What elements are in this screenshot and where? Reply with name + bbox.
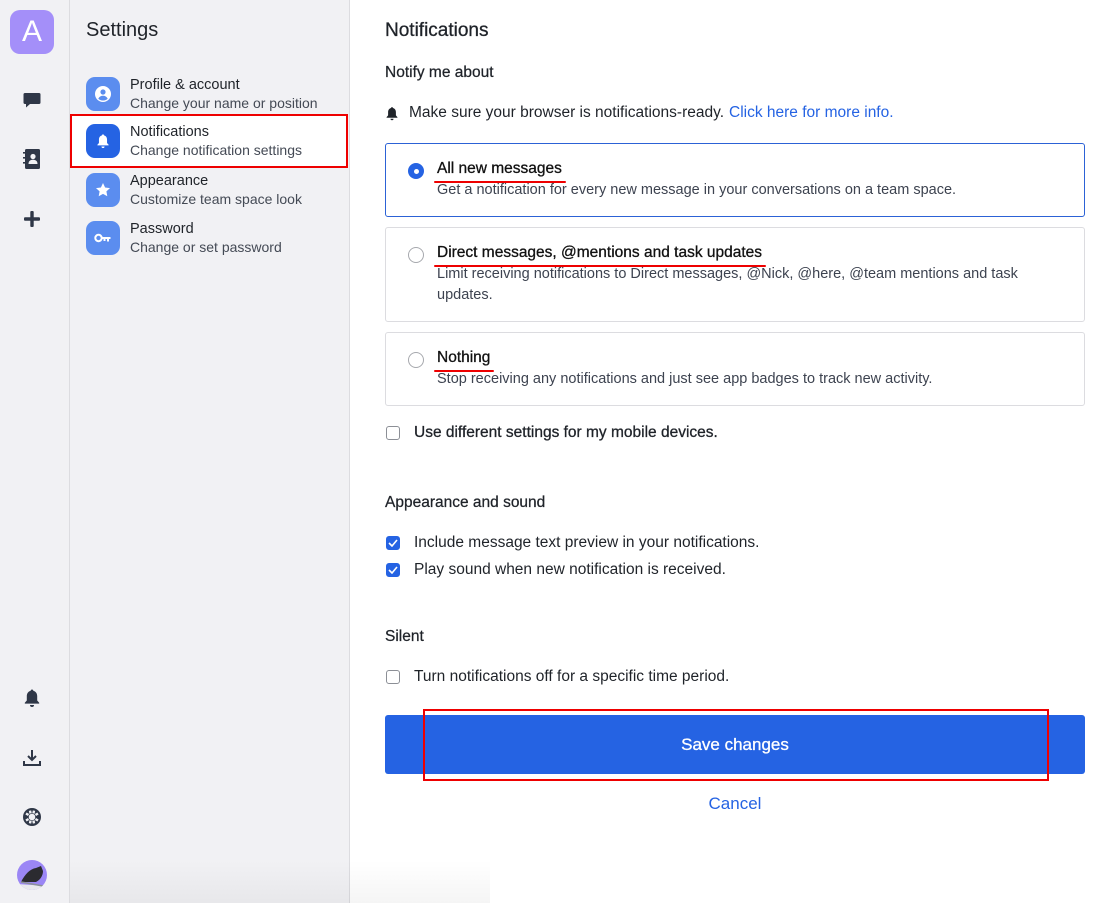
sidebar-item-sub: Change notification settings bbox=[130, 141, 302, 158]
preview-checkbox-row[interactable]: Include message text preview in your not… bbox=[385, 534, 759, 552]
checkbox-checked[interactable] bbox=[386, 563, 400, 577]
checkbox-unchecked[interactable] bbox=[386, 670, 400, 684]
add-icon[interactable] bbox=[20, 207, 44, 231]
radio-unselected[interactable] bbox=[408, 352, 424, 368]
contacts-icon[interactable] bbox=[20, 147, 44, 171]
more-info-link[interactable]: Click here for more info. bbox=[729, 104, 894, 122]
option-direct-mentions[interactable]: Direct messages, @mentions and task upda… bbox=[385, 227, 1085, 322]
sidebar-item-password[interactable]: Password Change or set password bbox=[70, 214, 349, 262]
settings-sidebar: Settings Profile & account Change your n… bbox=[70, 0, 350, 903]
sidebar-item-sub: Customize team space look bbox=[130, 190, 302, 207]
sidebar-item-profile[interactable]: Profile & account Change your name or po… bbox=[70, 70, 349, 118]
sound-checkbox-row[interactable]: Play sound when new notification is rece… bbox=[385, 561, 726, 579]
sidebar-item-sub: Change your name or position bbox=[130, 94, 318, 111]
help-lifebuoy-icon[interactable] bbox=[20, 805, 44, 829]
star-icon bbox=[86, 173, 120, 207]
option-desc: Get a notification for every new message… bbox=[437, 182, 957, 198]
checkbox-label: Use different settings for my mobile dev… bbox=[414, 424, 718, 441]
save-button[interactable]: Save changes bbox=[385, 715, 1085, 774]
settings-title: Settings bbox=[86, 19, 159, 41]
hint-text: Make sure your browser is notifications-… bbox=[409, 104, 725, 121]
sidebar-item-label: Password bbox=[130, 220, 194, 237]
checkbox-label: Turn notifications off for a specific ti… bbox=[414, 668, 730, 685]
checkbox-checked[interactable] bbox=[386, 536, 400, 550]
browser-hint: Make sure your browser is notifications-… bbox=[385, 104, 894, 122]
download-icon[interactable] bbox=[20, 746, 44, 770]
option-desc: Limit receiving notifications to Direct … bbox=[437, 266, 1018, 303]
chat-icon[interactable] bbox=[20, 88, 44, 112]
option-nothing[interactable]: Nothing Stop receiving any notifications… bbox=[385, 332, 1085, 406]
user-avatar[interactable] bbox=[17, 860, 47, 890]
sidebar-item-label: Notifications bbox=[130, 123, 209, 140]
mobile-settings-checkbox-row[interactable]: Use different settings for my mobile dev… bbox=[385, 424, 718, 442]
sidebar-item-sub: Change or set password bbox=[130, 238, 282, 255]
checkbox-label: Play sound when new notification is rece… bbox=[414, 561, 726, 578]
sidebar-item-appearance[interactable]: Appearance Customize team space look bbox=[70, 166, 349, 214]
cancel-button[interactable]: Cancel bbox=[385, 794, 1085, 814]
notify-heading: Notify me about bbox=[385, 64, 494, 81]
radio-unselected[interactable] bbox=[408, 247, 424, 263]
key-icon bbox=[86, 221, 120, 255]
bell-icon bbox=[86, 124, 120, 158]
option-title: All new messages bbox=[437, 160, 562, 177]
sidebar-item-label: Profile & account bbox=[130, 76, 240, 93]
app-rail: A bbox=[0, 0, 70, 903]
bell-icon bbox=[385, 106, 399, 121]
page-title: Notifications bbox=[385, 20, 489, 41]
option-title-wrap: Nothing bbox=[434, 349, 495, 372]
sidebar-item-notifications[interactable]: Notifications Change notification settin… bbox=[70, 114, 348, 168]
option-title: Direct messages, @mentions and task upda… bbox=[437, 244, 763, 261]
option-title: Nothing bbox=[437, 349, 491, 366]
option-title-wrap: All new messages bbox=[434, 160, 566, 183]
appearance-heading: Appearance and sound bbox=[385, 494, 546, 511]
silent-checkbox-row[interactable]: Turn notifications off for a specific ti… bbox=[385, 668, 729, 686]
sidebar-item-label: Appearance bbox=[130, 172, 209, 189]
app-window: A Settings Profile & account Change your… bbox=[0, 0, 1116, 903]
checkbox-label: Include message text preview in your not… bbox=[414, 534, 760, 551]
option-desc: Stop receiving any notifications and jus… bbox=[437, 371, 933, 387]
workspace-avatar[interactable]: A bbox=[10, 10, 54, 54]
silent-heading: Silent bbox=[385, 628, 424, 645]
radio-selected[interactable] bbox=[408, 163, 424, 179]
user-icon bbox=[86, 77, 120, 111]
checkbox-unchecked[interactable] bbox=[386, 426, 400, 440]
option-all-new-messages[interactable]: All new messages Get a notification for … bbox=[385, 143, 1085, 217]
option-title-wrap: Direct messages, @mentions and task upda… bbox=[434, 244, 767, 267]
bell-icon[interactable] bbox=[20, 686, 44, 710]
